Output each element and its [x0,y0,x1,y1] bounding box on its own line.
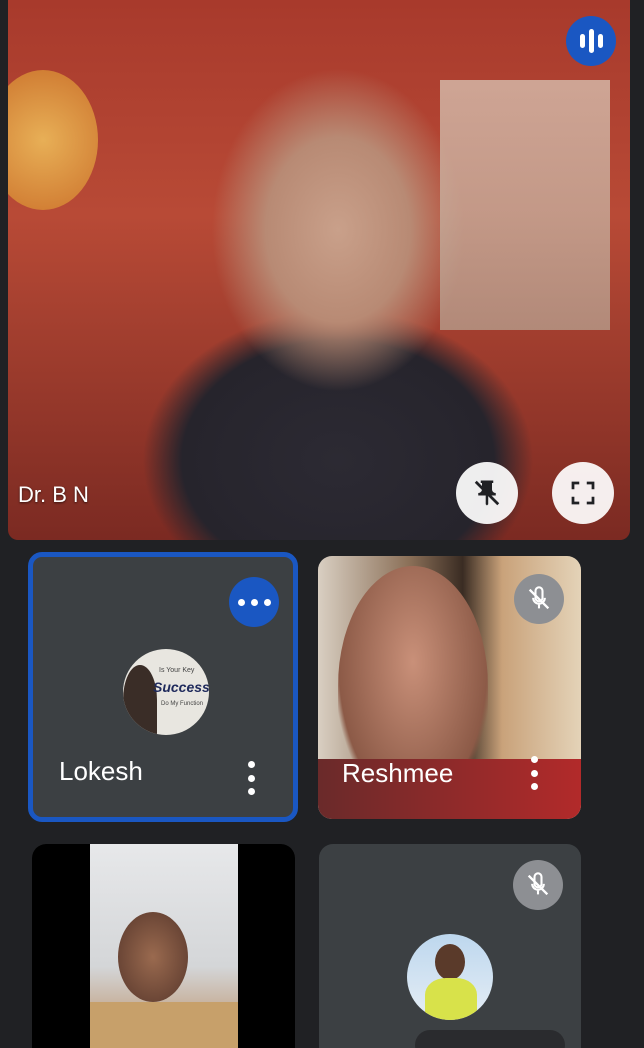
participant-tile-avatar[interactable] [319,844,581,1048]
speaking-dots-icon [229,577,279,627]
participant-tile-lokesh[interactable]: Is Your Key Success Do My Function Lokes… [28,552,298,822]
unpin-button[interactable] [456,462,518,524]
participant-shirt [90,1002,238,1048]
tile-footer-pill [415,1030,565,1048]
fullscreen-icon [571,481,595,505]
main-speaker-name: Dr. B N [18,482,89,507]
fullscreen-button[interactable] [552,462,614,524]
avatar-head [435,944,465,980]
avatar-text: Success [153,679,209,695]
avatar-caption: Is Your Key [159,667,195,674]
avatar [407,934,493,1020]
participant-tile-reshmee[interactable]: Reshmee [318,556,581,819]
avatar-subcaption: Do My Function [161,701,204,707]
avatar-shirt [425,978,477,1020]
participant-face [118,912,188,1002]
more-options-icon[interactable] [529,756,539,790]
mic-off-icon [527,872,549,896]
audio-levels-icon [566,16,616,66]
background-building [440,80,610,330]
mic-off-button [513,860,563,910]
mic-off-icon [528,586,550,610]
participant-name: Lokesh [59,756,143,786]
avatar: Is Your Key Success Do My Function [123,649,209,735]
more-options-icon[interactable] [246,761,256,795]
main-speaker-tile[interactable]: Dr. B N [8,0,630,540]
unpin-icon [474,480,500,506]
participant-name: Reshmee [342,758,454,788]
mic-off-button [514,574,564,624]
participant-tile-video[interactable] [32,844,295,1048]
